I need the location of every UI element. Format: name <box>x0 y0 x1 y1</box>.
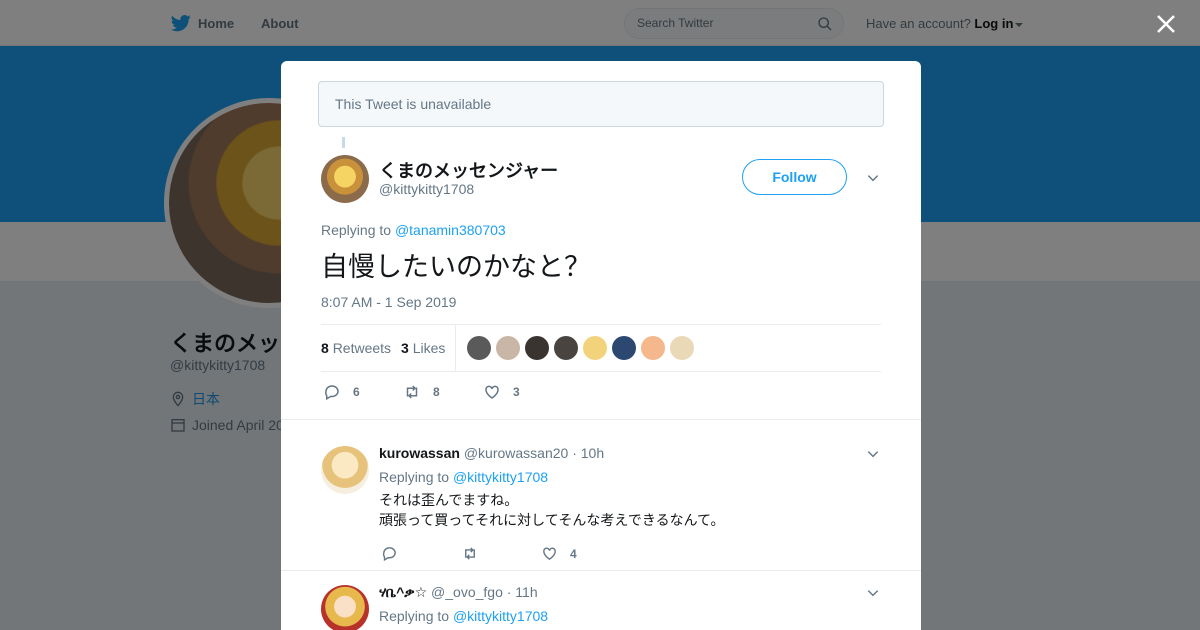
follow-button[interactable]: Follow <box>742 159 847 195</box>
reply-replying-to: Replying to @kittykitty1708 <box>379 469 548 485</box>
stats-divider <box>455 325 456 371</box>
reply-author-handle[interactable]: @_ovo_fgo <box>431 584 503 600</box>
reply-header: kurowassan @kurowassan20 · 10h <box>379 445 604 461</box>
liker-avatar[interactable] <box>670 336 694 360</box>
reply-author-handle[interactable]: @kurowassan20 <box>464 445 569 461</box>
reply-action[interactable]: 6 <box>323 383 360 401</box>
like-icon <box>543 547 556 561</box>
reply-action[interactable] <box>381 545 410 562</box>
likes-stat[interactable]: 3 Likes <box>401 340 445 356</box>
author-avatar[interactable] <box>321 155 369 203</box>
retweet-icon <box>465 547 475 560</box>
reply-replying-handle[interactable]: @kittykitty1708 <box>453 608 548 624</box>
retweet-count: 8 <box>433 385 440 399</box>
reply-text: それは歪んでますね。 頑張って買ってそれに対してそんな考えできるなんて。 <box>379 491 725 531</box>
author-name[interactable]: くまのメッセンジャー <box>379 157 558 183</box>
reply-icon <box>382 547 396 562</box>
like-icon <box>485 385 499 399</box>
liker-avatar[interactable] <box>525 336 549 360</box>
reply-text-line: 頑張って買ってそれに対してそんな考えできるなんて。 <box>379 513 725 529</box>
liker-avatar[interactable] <box>583 336 607 360</box>
reply-author-name[interactable]: ሃቤ^ቃ☆ <box>379 584 427 600</box>
author-handle[interactable]: @kittykitty1708 <box>379 181 474 197</box>
replying-prefix: Replying to <box>321 222 392 238</box>
liker-avatars <box>467 336 699 360</box>
reply-item[interactable]: ሃቤ^ቃ☆ @_ovo_fgo · 11h Replying to @kitty… <box>281 570 921 630</box>
unavailable-notice: This Tweet is unavailable <box>318 81 884 127</box>
reply-header: ሃቤ^ቃ☆ @_ovo_fgo · 11h <box>379 584 538 601</box>
liker-avatar[interactable] <box>554 336 578 360</box>
replying-to: Replying to @tanamin380703 <box>321 222 506 238</box>
liker-avatar[interactable] <box>467 336 491 360</box>
like-action[interactable]: 4 <box>541 545 577 562</box>
chevron-down-icon[interactable] <box>866 447 880 461</box>
retweet-action[interactable]: 8 <box>403 383 440 401</box>
chevron-down-icon[interactable] <box>866 171 880 185</box>
retweets-label: Retweets <box>332 340 392 356</box>
tweet-modal: This Tweet is unavailable くまのメッセンジャー @ki… <box>281 61 921 630</box>
replying-handle-link[interactable]: @tanamin380703 <box>395 222 506 238</box>
reply-replying-handle[interactable]: @kittykitty1708 <box>453 469 548 485</box>
like-count: 3 <box>513 385 520 399</box>
liker-avatar[interactable] <box>612 336 636 360</box>
like-action[interactable]: 3 <box>483 383 520 401</box>
reply-like-count: 4 <box>570 546 577 561</box>
reply-count: 6 <box>353 385 360 399</box>
reply-avatar[interactable] <box>321 446 369 494</box>
retweets-count: 8 <box>321 340 329 356</box>
tweet-text: 自慢したいのかなと？ <box>321 252 591 283</box>
retweet-icon <box>406 385 418 399</box>
retweets-stat[interactable]: 8 Retweets <box>321 340 391 356</box>
likes-label: Likes <box>412 340 446 356</box>
liker-avatar[interactable] <box>641 336 665 360</box>
reply-replying-to: Replying to @kittykitty1708 <box>379 608 548 624</box>
reply-time[interactable]: · 10h <box>572 445 604 461</box>
reply-author-name[interactable]: kurowassan <box>379 445 460 461</box>
chevron-down-icon[interactable] <box>866 586 880 600</box>
thread-line <box>342 137 345 148</box>
tweet-timestamp[interactable]: 8:07 AM - 1 Sep 2019 <box>321 294 456 310</box>
reply-replying-prefix: Replying to <box>379 608 450 624</box>
reply-icon <box>325 385 339 401</box>
close-icon[interactable] <box>1154 12 1178 36</box>
retweet-action[interactable] <box>461 545 491 562</box>
likes-count: 3 <box>401 340 409 356</box>
reply-time[interactable]: · 11h <box>507 584 538 600</box>
reply-replying-prefix: Replying to <box>379 469 450 485</box>
tweet-stats: 8 Retweets 3 Likes <box>321 324 881 372</box>
reply-avatar[interactable] <box>321 585 369 630</box>
reply-text-line: それは歪んでますね。 <box>379 493 519 509</box>
liker-avatar[interactable] <box>496 336 520 360</box>
reply-item[interactable]: kurowassan @kurowassan20 · 10h Replying … <box>281 419 921 571</box>
